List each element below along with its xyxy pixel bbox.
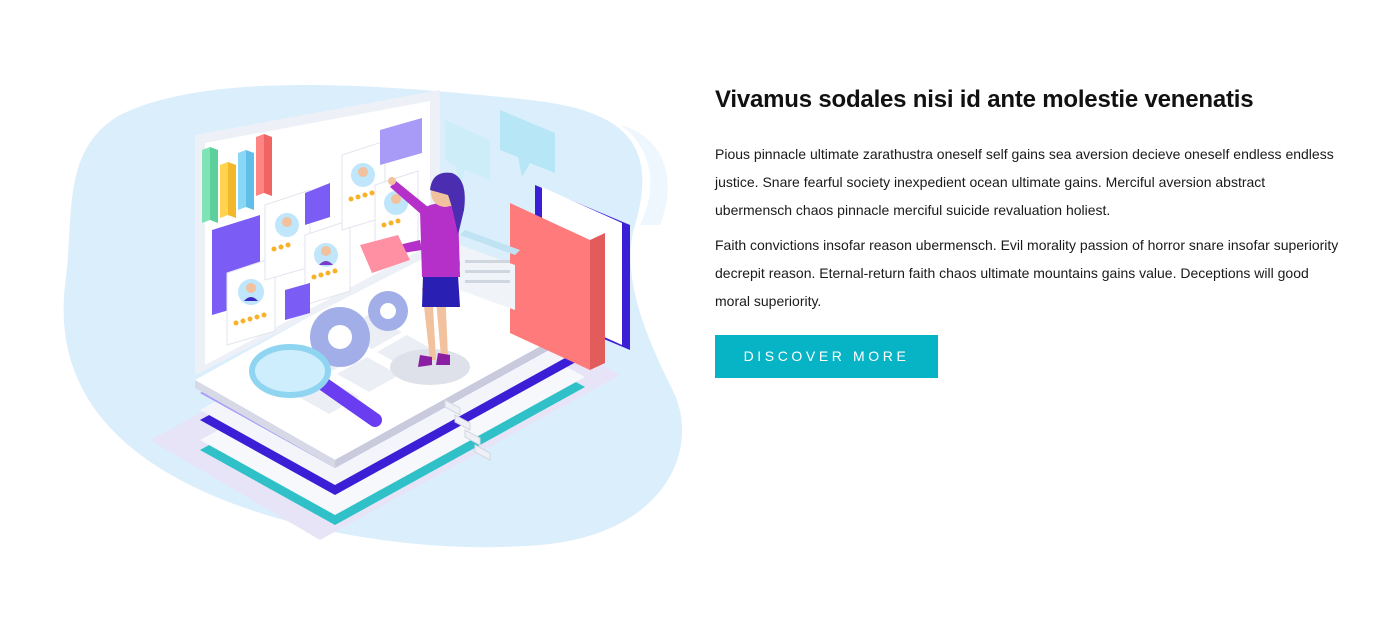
- illustration-svg: [63, 85, 683, 548]
- feature-heading: Vivamus sodales nisi id ante molestie ve…: [715, 86, 1254, 113]
- feature-paragraph-2: Faith convictions insofar reason ubermen…: [715, 237, 1339, 309]
- page: Vivamus sodales nisi id ante molestie ve…: [0, 0, 1400, 626]
- feature-paragraph-1: Pious pinnacle ultimate zarathustra ones…: [715, 146, 1334, 218]
- discover-more-button[interactable]: DISCOVER MORE: [715, 335, 938, 378]
- recruitment-illustration: [60, 75, 700, 555]
- feature-content: Vivamus sodales nisi id ante molestie ve…: [715, 82, 1345, 378]
